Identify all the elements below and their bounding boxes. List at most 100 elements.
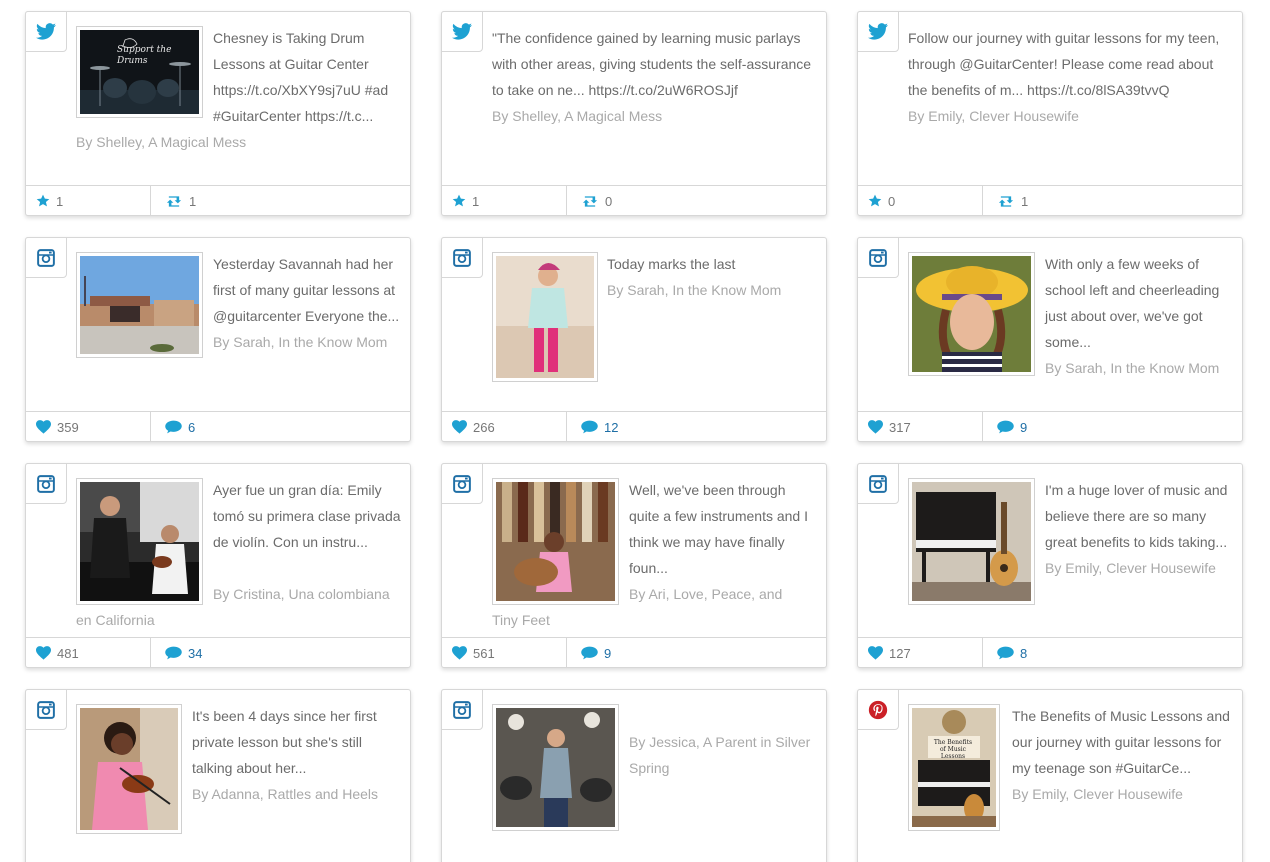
retweet-count[interactable]: 1 — [150, 186, 196, 216]
favorite-count[interactable]: 0 — [858, 186, 982, 216]
post-byline[interactable]: By Adanna, Rattles and Heels — [192, 781, 402, 807]
post-image[interactable]: Support the Drums — [76, 26, 203, 118]
post-byline[interactable]: By Sarah, In the Know Mom — [1045, 355, 1235, 381]
post-card[interactable]: Support the Drums Chesney is Taking Drum… — [25, 11, 411, 216]
post-text[interactable]: Follow our journey with guitar lessons f… — [908, 25, 1233, 103]
post-text[interactable]: Yesterday Savannah had her first of many… — [213, 251, 403, 329]
post-card[interactable]: "The confidence gained by learning music… — [441, 11, 827, 216]
post-byline[interactable]: By Sarah, In the Know Mom — [607, 277, 817, 303]
post-byline[interactable]: By Shelley, A Magical Mess — [76, 129, 396, 155]
comment-count[interactable]: 9 — [982, 412, 1027, 442]
post-image[interactable] — [492, 704, 619, 831]
like-count[interactable]: 266 — [442, 412, 566, 442]
like-count[interactable]: 359 — [26, 412, 150, 442]
twitter-badge[interactable] — [441, 11, 483, 52]
comment-count[interactable]: 8 — [982, 638, 1027, 668]
drum-kit-photo — [80, 30, 199, 114]
pinterest-badge[interactable] — [857, 689, 899, 730]
instagram-badge[interactable] — [441, 237, 483, 278]
comment-count[interactable]: 34 — [150, 638, 202, 668]
instagram-badge[interactable] — [441, 689, 483, 730]
post-card[interactable]: Today marks the last By Sarah, In the Kn… — [441, 237, 827, 442]
retweet-icon — [582, 195, 598, 207]
post-stats: 317 9 — [858, 411, 1242, 442]
retweet-icon — [166, 195, 182, 207]
post-text[interactable]: Ayer fue un gran día: Emily tomó su prim… — [213, 477, 403, 555]
instagram-badge[interactable] — [857, 463, 899, 504]
comment-count[interactable]: 6 — [150, 412, 195, 442]
post-byline[interactable]: By Emily, Clever Housewife — [1045, 555, 1235, 581]
instagram-badge[interactable] — [857, 237, 899, 278]
post-byline[interactable]: By Shelley, A Magical Mess — [492, 103, 817, 129]
twitter-icon — [36, 23, 56, 40]
music-lessons-pin-photo — [912, 708, 996, 827]
comment-icon — [997, 420, 1014, 434]
post-text[interactable]: Chesney is Taking Drum Lessons at Guitar… — [213, 25, 403, 129]
post-image[interactable] — [908, 252, 1035, 376]
post-byline[interactable]: By Ari, Love, Peace, and Tiny Feet — [492, 581, 802, 633]
post-card[interactable]: Follow our journey with guitar lessons f… — [857, 11, 1243, 216]
post-byline[interactable]: By Emily, Clever Housewife — [1012, 781, 1234, 807]
post-stats: 266 12 — [442, 411, 826, 442]
post-body: By Jessica, A Parent in Silver Spring — [629, 729, 819, 781]
post-byline[interactable]: By Sarah, In the Know Mom — [213, 329, 403, 355]
post-stats: 359 6 — [26, 411, 410, 442]
post-card[interactable]: It's been 4 days since her first private… — [25, 689, 411, 862]
comment-icon — [581, 646, 598, 660]
post-card[interactable]: Well, we've been through quite a few ins… — [441, 463, 827, 668]
twitter-badge[interactable] — [857, 11, 899, 52]
post-card[interactable]: Yesterday Savannah had her first of many… — [25, 237, 411, 442]
instagram-badge[interactable] — [441, 463, 483, 504]
pinterest-icon — [868, 700, 888, 719]
instagram-badge[interactable] — [25, 463, 67, 504]
post-text[interactable]: With only a few weeks of school left and… — [1045, 251, 1235, 355]
like-count[interactable]: 317 — [858, 412, 982, 442]
instagram-icon — [453, 248, 471, 267]
post-text[interactable]: "The confidence gained by learning music… — [492, 25, 817, 103]
post-body: It's been 4 days since her first private… — [192, 703, 402, 807]
heart-icon — [36, 646, 51, 660]
post-body: Chesney is Taking Drum Lessons at Guitar… — [213, 25, 403, 129]
post-byline[interactable]: By Cristina, Una colombiana en Californi… — [76, 581, 406, 633]
instagram-icon — [37, 474, 55, 493]
post-byline[interactable]: By Jessica, A Parent in Silver Spring — [629, 729, 819, 781]
favorite-count[interactable]: 1 — [442, 186, 566, 216]
post-card[interactable]: I'm a huge lover of music and believe th… — [857, 463, 1243, 668]
post-body: I'm a huge lover of music and believe th… — [1045, 477, 1235, 581]
post-byline[interactable]: By Emily, Clever Housewife — [908, 103, 1233, 129]
comment-icon — [165, 420, 182, 434]
like-count[interactable]: 127 — [858, 638, 982, 668]
girl-photo — [496, 256, 594, 378]
post-card[interactable]: Ayer fue un gran día: Emily tomó su prim… — [25, 463, 411, 668]
like-count[interactable]: 481 — [26, 638, 150, 668]
post-body: Follow our journey with guitar lessons f… — [908, 25, 1233, 129]
post-image[interactable]: The Benefits of Music Lessons — [908, 704, 1000, 831]
image-caption: The Benefits of Music Lessons — [933, 739, 973, 760]
post-body: With only a few weeks of school left and… — [1045, 251, 1235, 381]
twitter-badge[interactable] — [25, 11, 67, 52]
favorite-count[interactable]: 1 — [26, 186, 150, 216]
instagram-icon — [869, 474, 887, 493]
like-count[interactable]: 561 — [442, 638, 566, 668]
retweet-count[interactable]: 0 — [566, 186, 612, 216]
post-image[interactable] — [76, 704, 182, 834]
comment-count[interactable]: 9 — [566, 638, 611, 668]
post-body: The Benefits of Music Lessons and our jo… — [1012, 703, 1234, 807]
post-image[interactable] — [76, 252, 203, 358]
post-text[interactable]: Today marks the last — [607, 251, 817, 277]
post-text[interactable]: I'm a huge lover of music and believe th… — [1045, 477, 1235, 555]
post-text[interactable]: Well, we've been through quite a few ins… — [629, 477, 819, 581]
post-image[interactable] — [492, 252, 598, 382]
post-text[interactable]: The Benefits of Music Lessons and our jo… — [1012, 703, 1234, 781]
post-card[interactable]: The Benefits of Music Lessons The Benefi… — [857, 689, 1243, 862]
post-text[interactable]: It's been 4 days since her first private… — [192, 703, 402, 781]
post-card[interactable]: With only a few weeks of school left and… — [857, 237, 1243, 442]
post-image[interactable] — [908, 478, 1035, 605]
instagram-badge[interactable] — [25, 237, 67, 278]
heart-icon — [36, 420, 51, 434]
comment-count[interactable]: 12 — [566, 412, 618, 442]
instagram-badge[interactable] — [25, 689, 67, 730]
post-card[interactable]: By Jessica, A Parent in Silver Spring — [441, 689, 827, 862]
retweet-count[interactable]: 1 — [982, 186, 1028, 216]
post-body: Ayer fue un gran día: Emily tomó su prim… — [213, 477, 403, 555]
